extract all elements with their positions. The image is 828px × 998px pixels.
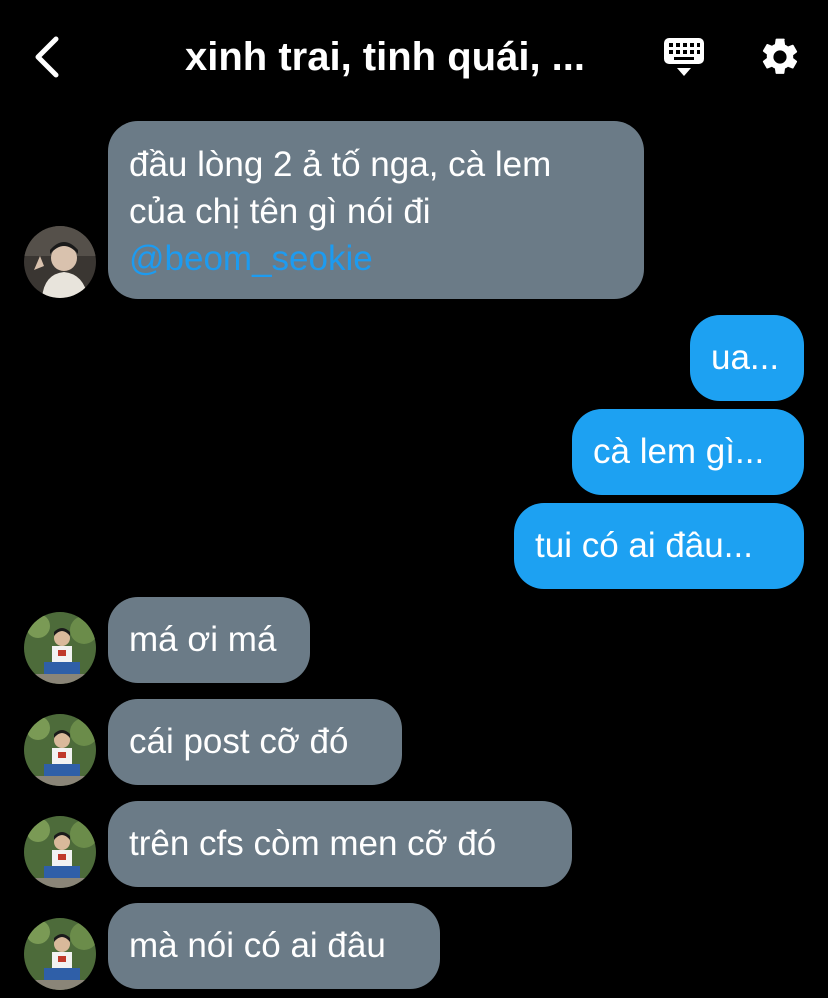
avatar[interactable] (24, 918, 96, 990)
mention-link[interactable]: @beom_seokie (129, 235, 644, 282)
avatar[interactable] (24, 612, 96, 684)
message-text: cà lem gì... (593, 432, 765, 471)
message-text: cái post cỡ đó (129, 722, 349, 761)
message-text: tui có ai đâu... (535, 526, 753, 565)
outgoing-message-bubble[interactable]: tui có ai đâu... (514, 503, 804, 589)
avatar[interactable] (24, 714, 96, 786)
conversation-header: xinh trai, tinh quái, ... (0, 0, 828, 112)
keyboard-button[interactable] (656, 30, 712, 84)
outgoing-message-bubble[interactable]: cà lem gì... (572, 409, 804, 495)
message-text: ua... (711, 338, 780, 377)
incoming-message-bubble[interactable]: cái post cỡ đó (108, 699, 402, 785)
avatar[interactable] (24, 816, 96, 888)
incoming-message-bubble[interactable]: trên cfs còm men cỡ đó (108, 801, 572, 887)
gear-icon (762, 38, 798, 74)
message-text: mà nói có ai đâu (129, 926, 386, 965)
avatar[interactable] (24, 226, 96, 298)
message-text: trên cfs còm men cỡ đó (129, 824, 497, 863)
message-text: má ơi má (129, 620, 277, 659)
keyboard-icon (664, 38, 704, 76)
incoming-message-bubble[interactable]: đầu lòng 2 ả tố nga, cà lem của chị tên … (108, 121, 644, 299)
back-button[interactable] (22, 30, 72, 84)
message-text-line: đầu lòng 2 ả tố nga, cà lem (129, 145, 552, 184)
conversation-title[interactable]: xinh trai, tinh quái, ... (120, 30, 650, 84)
outgoing-message-bubble[interactable]: ua... (690, 315, 804, 401)
settings-button[interactable] (752, 30, 808, 84)
incoming-message-bubble[interactable]: má ơi má (108, 597, 310, 683)
chevron-left-icon (35, 36, 59, 78)
incoming-message-bubble[interactable]: mà nói có ai đâu (108, 903, 440, 989)
message-text-line: của chị tên gì nói đi (129, 192, 431, 231)
